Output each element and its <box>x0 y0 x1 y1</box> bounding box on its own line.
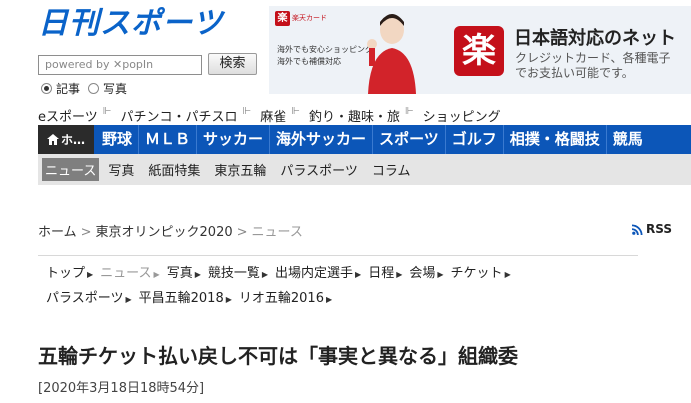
main-nav: ホ… 野球 ＭＬＢ サッカー 海外サッカー スポーツ ゴルフ 相撲・格闘技 競馬 <box>38 125 691 154</box>
breadcrumb-current: ニュース <box>251 225 303 240</box>
rss-label: RSS <box>646 222 672 236</box>
ad-subtitle-line: でお支払い可能です。 <box>515 66 634 80</box>
olympics-nav-events[interactable]: 競技一覧 ▶ <box>208 262 268 287</box>
olympics-nav-label: チケット <box>450 266 503 281</box>
olympics-nav-tickets[interactable]: チケット ▶ <box>451 262 511 287</box>
separator-icon: ⊩ <box>102 106 112 117</box>
olympics-nav-label: 競技一覧 <box>207 266 260 281</box>
triangle-right-icon: ▶ <box>153 270 160 279</box>
triangle-right-icon: ▶ <box>125 295 132 304</box>
site-logo[interactable]: 日刊スポーツ <box>38 6 223 42</box>
olympics-nav-athletes[interactable]: 出場内定選手 ▶ <box>275 262 361 287</box>
article-date: [2020年3月18日18時54分] <box>38 381 205 396</box>
subnav-fishing[interactable]: 釣り・趣味・旅 <box>309 106 400 125</box>
olympics-nav: トップ ▶ ニュース ▶ 写真 ▶ 競技一覧 ▶ 出場内定選手 ▶ 日程 ▶ 会場 ▶ チケッ… <box>38 255 638 312</box>
olympics-nav-schedule[interactable]: 日程 ▶ <box>368 262 402 287</box>
subnav-esports[interactable]: eスポーツ <box>38 106 98 125</box>
radio-photo[interactable] <box>88 83 100 94</box>
search-button[interactable]: 検索 <box>208 53 257 75</box>
radio-article-label: 記事 <box>56 82 81 96</box>
nav-baseball[interactable]: 野球 <box>94 125 140 154</box>
triangle-right-icon: ▶ <box>194 270 201 279</box>
olympics-nav-pyeongchang[interactable]: 平昌五輪2018 ▶ <box>139 287 232 312</box>
olympics-nav-label: 会場 <box>409 266 436 281</box>
rss-icon <box>632 224 643 235</box>
nav-mlb[interactable]: ＭＬＢ <box>139 125 198 154</box>
search-type-radios: 記事 写真 <box>41 80 127 97</box>
separator-icon: ⊩ <box>404 106 414 117</box>
nav-soccer[interactable]: サッカー <box>197 125 271 154</box>
olympics-nav-para[interactable]: パラスポーツ ▶ <box>46 287 132 312</box>
olympics-nav-label: 日程 <box>368 266 395 281</box>
nav-sumo-fighting[interactable]: 相撲・格闘技 <box>504 125 607 154</box>
rakuten-small-logo: 楽 <box>275 10 290 26</box>
ad-subtitle: クレジットカード、各種電子 でお支払い可能です。 <box>515 51 671 81</box>
nav-sports[interactable]: スポーツ <box>373 125 446 154</box>
triangle-right-icon: ▶ <box>396 270 403 279</box>
sub-nav: eスポーツ ⊩ パチンコ・パチスロ ⊩ 麻雀 ⊩ 釣り・趣味・旅 ⊩ ショッピング <box>38 106 501 125</box>
ad-badge: 楽 楽天カード <box>275 10 329 26</box>
chevron-right-icon: > <box>236 225 248 240</box>
radio-photo-label: 写真 <box>103 82 128 96</box>
olympics-nav-rio[interactable]: リオ五輪2016 ▶ <box>239 287 332 312</box>
olympics-nav-label: 出場内定選手 <box>275 266 354 281</box>
tab-tokyo-olympics[interactable]: 東京五輪 <box>209 158 271 181</box>
article-headline: 五輪チケット払い戻し不可は「事実と異なる」組織委 <box>38 344 518 368</box>
tab-features[interactable]: 紙面特集 <box>143 158 205 181</box>
triangle-right-icon: ▶ <box>261 270 269 279</box>
triangle-right-icon: ▶ <box>325 295 333 304</box>
triangle-right-icon: ▶ <box>355 270 362 279</box>
separator-icon: ⊩ <box>291 106 300 117</box>
ad-banner[interactable]: 楽 楽天カード 海外でも安心ショッピング 海外でも補償対応 楽 日本語対応のネッ… <box>269 6 691 94</box>
home-icon <box>46 134 59 145</box>
olympics-nav-venues[interactable]: 会場 ▶ <box>409 262 443 287</box>
section-subnav: ニュース 写真 紙面特集 東京五輪 パラスポーツ コラム <box>38 154 691 185</box>
olympics-nav-label: トップ <box>46 266 86 281</box>
rss-link[interactable]: RSS <box>632 222 672 236</box>
ad-title: 日本語対応のネット <box>514 28 676 49</box>
subnav-shopping[interactable]: ショッピング <box>423 106 501 125</box>
ad-badge-text: 楽天カード <box>292 14 327 22</box>
tab-column[interactable]: コラム <box>367 158 416 181</box>
ad-subtitle-line: クレジットカード、各種電子 <box>515 51 671 65</box>
olympics-nav-label: ニュース <box>100 266 152 281</box>
radio-article[interactable] <box>41 83 52 94</box>
nav-world-soccer[interactable]: 海外サッカー <box>270 125 374 154</box>
search-input[interactable]: powered by ✕popIn <box>38 55 202 75</box>
olympics-nav-label: 写真 <box>166 266 193 281</box>
rakuten-logo: 楽 <box>454 26 504 76</box>
triangle-right-icon: ▶ <box>225 295 232 304</box>
triangle-right-icon: ▶ <box>504 270 511 279</box>
olympics-nav-label: パラスポーツ <box>46 291 124 306</box>
olympics-nav-news[interactable]: ニュース ▶ <box>100 262 160 287</box>
nav-golf[interactable]: ゴルフ <box>446 125 504 154</box>
ad-person-image <box>367 14 416 94</box>
triangle-right-icon: ▶ <box>437 270 444 279</box>
triangle-right-icon: ▶ <box>87 270 94 279</box>
breadcrumb: ホーム > 東京オリンピック2020 > ニュース <box>38 221 303 240</box>
nav-horse-racing[interactable]: 競馬 <box>607 125 649 154</box>
chevron-right-icon: > <box>80 225 92 240</box>
search-placeholder: powered by ✕popIn <box>45 58 154 71</box>
olympics-nav-photo[interactable]: 写真 ▶ <box>167 262 201 287</box>
separator-icon: ⊩ <box>242 106 252 117</box>
olympics-nav-label: リオ五輪2016 <box>238 291 324 306</box>
breadcrumb-home[interactable]: ホーム <box>38 225 77 240</box>
tab-para-sports[interactable]: パラスポーツ <box>275 158 362 181</box>
tab-photo[interactable]: 写真 <box>103 158 139 181</box>
subnav-mahjong[interactable]: 麻雀 <box>260 106 286 125</box>
olympics-nav-top[interactable]: トップ ▶ <box>46 262 93 287</box>
subnav-pachinko[interactable]: パチンコ・パチスロ <box>120 106 237 125</box>
nav-home-label: ホ… <box>60 133 85 147</box>
breadcrumb-section[interactable]: 東京オリンピック2020 <box>96 225 233 240</box>
tab-news[interactable]: ニュース <box>42 158 100 181</box>
olympics-nav-label: 平昌五輪2018 <box>138 291 224 306</box>
nav-home[interactable]: ホ… <box>38 125 94 154</box>
